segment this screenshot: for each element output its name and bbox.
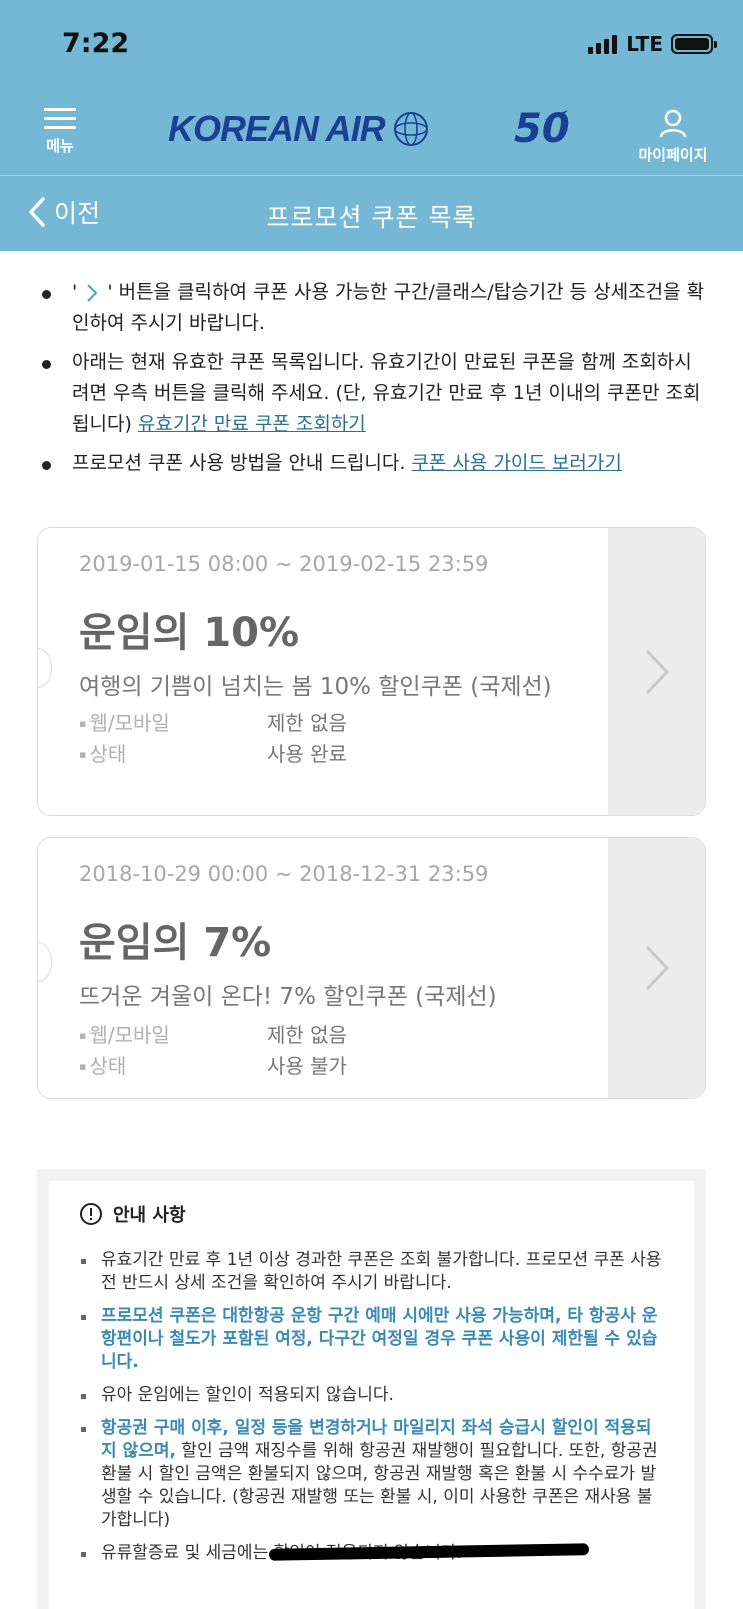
coupon-detail-button[interactable] bbox=[608, 528, 705, 815]
channel-value: 제한 없음 bbox=[267, 711, 347, 735]
notice-section: 안내 사항 유효기간 만료 후 1년 이상 경과한 쿠폰은 조회 불가합니다. … bbox=[37, 1169, 706, 1609]
status-time: 7:22 bbox=[62, 28, 130, 59]
chevron-right-icon bbox=[87, 283, 98, 302]
coupon-card[interactable]: 2018-10-29 00:00 ~ 2018-12-31 23:59 운임의 … bbox=[37, 837, 706, 1099]
mypage-button[interactable]: 마이페이지 bbox=[631, 108, 715, 165]
channel-value: 제한 없음 bbox=[267, 1023, 347, 1047]
coupon-period: 2018-10-29 00:00 ~ 2018-12-31 23:59 bbox=[79, 862, 489, 886]
menu-button[interactable]: 메뉴 bbox=[40, 108, 80, 156]
list-item: ' ' 버튼을 클릭하여 쿠폰 사용 가능한 구간/클래스/탑승기간 등 상세조… bbox=[38, 277, 708, 339]
info-circle-icon bbox=[80, 1203, 102, 1225]
notice-title: 안내 사항 bbox=[113, 1205, 186, 1226]
status-value: 사용 불가 bbox=[267, 1054, 347, 1078]
status-label: 상태 bbox=[79, 1051, 267, 1082]
status-indicators: LTE bbox=[588, 32, 717, 56]
network-label: LTE bbox=[626, 32, 663, 56]
battery-icon bbox=[671, 34, 717, 54]
mypage-label: 마이페이지 bbox=[638, 146, 708, 164]
skyteam-globe-icon bbox=[393, 112, 428, 146]
status-value: 사용 완료 bbox=[267, 742, 347, 766]
list-item: 항공권 구매 이후, 일정 등을 변경하거나 마일리지 좌석 승급시 할인이 적… bbox=[79, 1417, 664, 1532]
coupon-detail-button[interactable] bbox=[608, 838, 705, 1098]
coupon-card[interactable]: 2019-01-15 08:00 ~ 2019-02-15 23:59 운임의 … bbox=[37, 527, 706, 816]
hamburger-icon bbox=[40, 108, 80, 129]
list-item: 유아 운임에는 할인이 적용되지 않습니다. bbox=[79, 1384, 664, 1407]
list-item: 유효기간 만료 후 1년 이상 경과한 쿠폰은 조회 불가합니다. 프로모션 쿠… bbox=[79, 1249, 664, 1295]
list-item: 아래는 현재 유효한 쿠폰 목록입니다. 유효기간이 만료된 쿠폰을 함께 조회… bbox=[38, 347, 708, 440]
list-item: 프로모션 쿠폰은 대한항공 운항 구간 예매 시에만 사용 가능하며, 타 항공… bbox=[79, 1305, 664, 1374]
korean-air-logo[interactable]: KOREAN AIR bbox=[168, 108, 431, 150]
signal-icon bbox=[588, 34, 620, 54]
list-item: 프로모션 쿠폰 사용 방법을 안내 드립니다. 쿠폰 사용 가이드 보러가기 bbox=[38, 448, 708, 479]
user-icon bbox=[659, 109, 687, 138]
info-notes: ' ' 버튼을 클릭하여 쿠폰 사용 가능한 구간/클래스/탑승기간 등 상세조… bbox=[38, 277, 708, 487]
chevron-right-icon bbox=[645, 945, 669, 991]
coupon-guide-link[interactable]: 쿠폰 사용 가이드 보러가기 bbox=[411, 452, 621, 474]
coupon-title: 운임의 7% bbox=[79, 920, 272, 966]
sub-navigation-bar: 이전 프로모션 쿠폰 목록 bbox=[0, 175, 743, 251]
expired-coupons-link[interactable]: 유효기간 만료 쿠폰 조회하기 bbox=[138, 413, 366, 435]
coupon-description: 뜨거운 겨울이 온다! 7% 할인쿠폰 (국제선) bbox=[79, 984, 497, 1010]
channel-label: 웹/모바일 bbox=[79, 708, 267, 739]
list-item: 유류할증료 및 세금에는 할인이 적용되지 않습니다. bbox=[79, 1542, 664, 1565]
coupon-description: 여행의 기쁨이 넘치는 봄 10% 할인쿠폰 (국제선) bbox=[79, 674, 552, 700]
channel-label: 웹/모바일 bbox=[79, 1020, 267, 1051]
status-label: 상태 bbox=[79, 739, 267, 770]
plane-icon bbox=[544, 110, 568, 120]
coupon-title: 운임의 10% bbox=[79, 610, 300, 656]
logo-text: KOREAN AIR bbox=[168, 108, 386, 149]
app-header: 7:22 LTE 메뉴 KOREAN AIR 50 마이페이지 이전 프로모션 … bbox=[0, 0, 743, 251]
coupon-period: 2019-01-15 08:00 ~ 2019-02-15 23:59 bbox=[79, 552, 489, 576]
page-title: 프로모션 쿠폰 목록 bbox=[266, 203, 477, 232]
menu-label: 메뉴 bbox=[46, 137, 74, 155]
chevron-right-icon bbox=[645, 649, 669, 694]
